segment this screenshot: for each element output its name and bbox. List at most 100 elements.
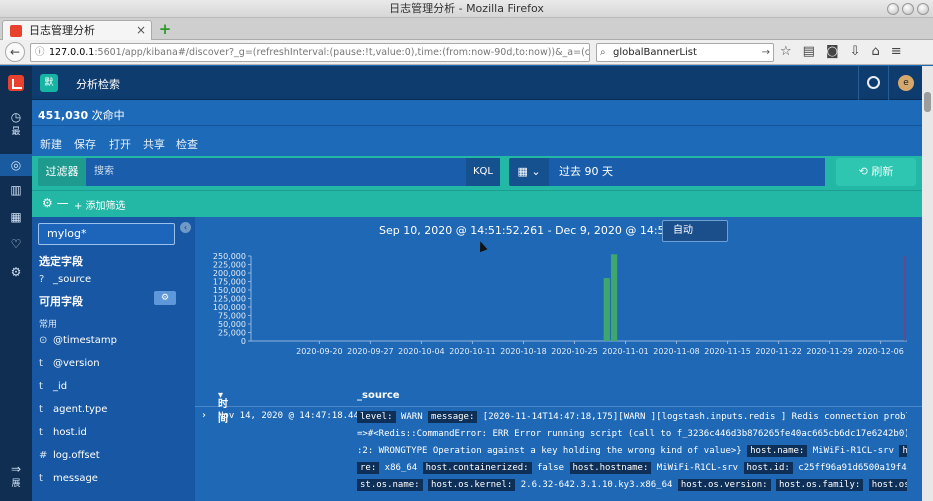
menu-share[interactable]: 共享	[143, 136, 165, 152]
search-icon: ⌕	[600, 47, 606, 58]
search-go-icon[interactable]: →	[762, 44, 770, 61]
source-field-key: host.os.family:	[776, 479, 864, 491]
interval-select[interactable]: 自动	[662, 220, 728, 242]
kibana-logo-icon[interactable]	[8, 75, 24, 91]
menu-open[interactable]: 打开	[109, 136, 131, 152]
row-time: Nov 14, 2020 @ 14:47:18.445	[218, 411, 365, 421]
filter-options-gear-icon[interactable]: ⚙ —	[42, 196, 69, 210]
x-tick-label: 2020-11-15	[704, 347, 751, 356]
index-pattern-selector[interactable]: mylog*	[38, 223, 175, 245]
field-item[interactable]: t @version	[39, 358, 100, 369]
chevron-down-icon: ⌄	[531, 165, 541, 178]
nav-recent[interactable]: ◷ 最	[0, 110, 32, 137]
histogram-bar	[610, 254, 618, 341]
field-item[interactable]: t _id	[39, 381, 67, 392]
bookmark-star-icon[interactable]: ☆	[780, 44, 792, 59]
field-item[interactable]: ⊙ @timestamp	[39, 335, 117, 346]
nav-expand[interactable]: ⇒ 展	[0, 462, 32, 489]
url-path: :5601/app/kibana#/discover?_g=(refreshIn…	[94, 47, 590, 58]
row-source: level: WARN message: [2020-11-14T14:47:1…	[357, 409, 907, 494]
minimize-button[interactable]	[887, 3, 899, 15]
source-field-key: host.name:	[747, 445, 808, 457]
source-field-key: message:	[428, 411, 478, 423]
header-divider	[888, 66, 889, 100]
field-settings-gear-icon[interactable]: ⚙	[154, 291, 176, 305]
x-tick-label: 2020-09-27	[347, 347, 394, 356]
nav-management[interactable]: ⚙	[0, 265, 32, 279]
hits-count: 451,030 次命中	[38, 107, 125, 123]
refresh-button[interactable]: ⟲ 刷新	[836, 158, 916, 186]
back-button[interactable]: ←	[5, 42, 25, 62]
search-placeholder: 搜索	[94, 166, 114, 177]
home-icon[interactable]: ⌂	[871, 44, 879, 59]
menu-inspect[interactable]: 检查	[176, 136, 198, 152]
menu-save[interactable]: 保存	[74, 136, 96, 152]
window-titlebar: 日志管理分析 - Mozilla Firefox	[0, 0, 933, 18]
time-range-display[interactable]: 过去 90 天	[549, 158, 825, 186]
field-item[interactable]: # log.offset	[39, 450, 100, 461]
histogram-bar	[603, 278, 610, 341]
maximize-button[interactable]	[902, 3, 914, 15]
field-type-icon: t	[39, 427, 43, 438]
field-name: host.id	[53, 427, 87, 438]
page-scrollbar[interactable]	[922, 66, 933, 501]
query-bar: 过滤器 搜索 KQL ▦ ⌄ 过去 90 天 ⟲ 刷新	[32, 156, 922, 190]
source-field-key: host.id:	[743, 462, 793, 474]
field-type-icon: t	[39, 473, 43, 484]
histogram-chart[interactable]: 025,00050,00075,000100,000125,000150,000…	[195, 247, 922, 359]
y-tick-label: 100,000	[213, 303, 246, 312]
reading-list-icon[interactable]: ▤	[803, 44, 815, 59]
window-title: 日志管理分析 - Mozilla Firefox	[389, 2, 544, 15]
kibana-left-nav: ◷ 最 ◎ ▥ ▦ ♡ ⚙ ⇒ 展	[0, 66, 32, 501]
scrollbar-thumb[interactable]	[924, 92, 931, 112]
app-badge[interactable]: 默	[40, 74, 58, 92]
page-info-icon[interactable]: ⓘ	[35, 44, 45, 61]
expand-row-icon[interactable]: ›	[202, 410, 206, 421]
browser-tab[interactable]: 日志管理分析 ×	[2, 20, 152, 40]
pocket-icon[interactable]: ◙	[826, 44, 839, 59]
close-button[interactable]	[917, 3, 929, 15]
url-bar[interactable]: ⓘ 127.0.0.1:5601/app/kibana#/discover?_g…	[30, 43, 590, 62]
collapse-sidebar-icon[interactable]: ‹	[180, 222, 191, 233]
search-text: globalBannerList	[613, 47, 697, 58]
source-field-value: [2020-11-14T14:47:18,175][WARN ][logstas…	[482, 412, 907, 422]
tab-close-icon[interactable]: ×	[136, 21, 146, 40]
source-line: st.os.name: host.os.kernel: 2.6.32-642.3…	[357, 477, 907, 494]
menu-icon[interactable]: ≡	[891, 44, 902, 59]
field-item[interactable]: ? _source	[39, 274, 91, 285]
tab-strip: 日志管理分析 × +	[0, 18, 933, 40]
app-title: 分析检索	[76, 78, 120, 91]
kql-toggle[interactable]: KQL	[466, 158, 500, 186]
user-avatar[interactable]: e	[898, 75, 914, 91]
time-column-header[interactable]: 时间 ▾	[218, 390, 228, 425]
filter-label[interactable]: 过滤器	[38, 158, 86, 186]
calendar-icon: ▦	[517, 165, 528, 178]
source-line: re: x86_64 host.containerized: false hos…	[357, 460, 907, 477]
date-quick-menu[interactable]: ▦ ⌄	[509, 158, 549, 186]
field-item[interactable]: t host.id	[39, 427, 87, 438]
nav-discover[interactable]: ◎	[0, 154, 32, 176]
field-type-icon: ?	[39, 274, 45, 285]
x-tick-label: 2020-10-18	[500, 347, 547, 356]
source-line: :2: WRONGTYPE Operation against a key ho…	[357, 443, 907, 460]
query-search-input[interactable]: 搜索	[86, 158, 466, 186]
common-fields-label: 常用	[39, 320, 58, 330]
help-icon[interactable]	[867, 76, 880, 89]
clock-icon: ◷	[10, 110, 22, 124]
top-menu: 新建 保存 打开 共享 检查	[32, 126, 922, 156]
menu-new[interactable]: 新建	[40, 136, 62, 152]
discover-main: Sep 10, 2020 @ 14:51:52.261 - Dec 9, 202…	[195, 217, 922, 501]
table-row[interactable]: › Nov 14, 2020 @ 14:47:18.445 level: WAR…	[195, 407, 922, 501]
gear-icon: ⚙	[10, 265, 22, 279]
nav-monitoring[interactable]: ♡	[0, 237, 32, 251]
new-tab-button[interactable]: +	[158, 22, 172, 37]
field-name: _source	[53, 274, 92, 285]
field-item[interactable]: t agent.type	[39, 404, 107, 415]
nav-visualize[interactable]: ▥	[0, 183, 32, 197]
field-item[interactable]: t message	[39, 473, 98, 484]
source-field-key: level:	[357, 411, 396, 423]
browser-search-input[interactable]: ⌕ globalBannerList →	[596, 43, 774, 62]
nav-dashboard[interactable]: ▦	[0, 210, 32, 224]
download-icon[interactable]: ⇩	[850, 44, 861, 59]
add-filter-link[interactable]: + 添加筛选	[74, 197, 126, 212]
